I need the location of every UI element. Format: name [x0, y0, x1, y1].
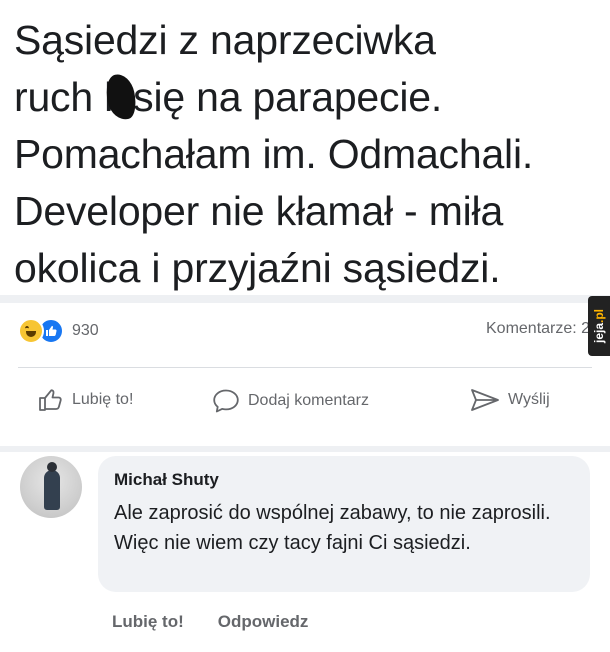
- like-button-label: Lubię to!: [72, 391, 134, 408]
- post-text: Sąsiedzi z naprzeciwka ruch li się na pa…: [14, 17, 534, 291]
- stats-divider: [0, 295, 610, 303]
- send-icon: [471, 389, 499, 411]
- comment-text: Ale zaprosić do wspólnej zabawy, to nie …: [114, 502, 551, 554]
- comment-like-link[interactable]: Lubię to!: [112, 612, 184, 632]
- actions-divider: [18, 367, 592, 368]
- watermark-tld: .pl: [592, 309, 606, 323]
- speech-bubble-icon: [213, 389, 239, 413]
- post-actions-bar: Lubię to! Dodaj komentarz Wyślij: [0, 388, 610, 428]
- comment-author[interactable]: Michał Shuty: [114, 470, 219, 490]
- comment-actions: Lubię to! Odpowiedz: [112, 612, 308, 632]
- like-button[interactable]: Lubię to!: [38, 388, 133, 412]
- reactions-summary[interactable]: 930: [18, 318, 99, 344]
- comment-reply-link[interactable]: Odpowiedz: [218, 612, 309, 632]
- send-button-label: Wyślij: [508, 391, 550, 408]
- thumbs-up-icon: [39, 389, 62, 411]
- comment-button-label: Dodaj komentarz: [248, 392, 369, 409]
- haha-reaction-icon: [18, 318, 44, 344]
- jeja-watermark: jeja .pl: [588, 296, 610, 356]
- section-divider: [0, 446, 610, 452]
- commenter-avatar[interactable]: [20, 456, 82, 518]
- comment-bubble: Michał Shuty Ale zaprosić do wspólnej za…: [98, 456, 590, 592]
- comments-count[interactable]: Komentarze: 2: [486, 320, 590, 338]
- reaction-count: 930: [72, 322, 99, 339]
- comment-button[interactable]: Dodaj komentarz: [212, 388, 369, 414]
- send-button[interactable]: Wyślij: [470, 388, 550, 412]
- watermark-text: jeja: [592, 323, 606, 344]
- person-figure: [44, 462, 60, 510]
